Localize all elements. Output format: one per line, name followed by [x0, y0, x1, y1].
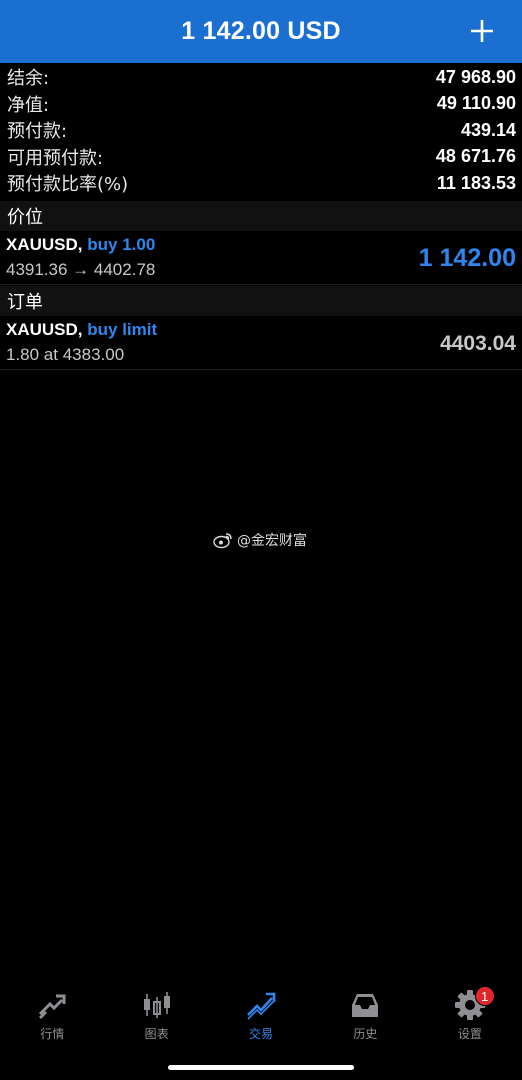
trade-icon — [247, 992, 276, 1020]
header-balance-title: 1 142.00 USD — [181, 17, 341, 45]
summary-row-balance: 结余: 47 968.90 — [0, 64, 522, 91]
position-profit: 1 142.00 — [418, 244, 516, 272]
tab-label: 设置 — [457, 1027, 482, 1041]
summary-row-equity: 净值: 49 110.90 — [0, 91, 522, 118]
positions-section-header: 价位 — [0, 201, 522, 231]
tab-label: 图表 — [144, 1027, 169, 1041]
summary-label: 净值: — [7, 94, 50, 116]
order-type: buy limit — [87, 320, 158, 339]
summary-value: 48 671.76 — [435, 146, 516, 167]
summary-label: 预付款比率(%) — [7, 174, 129, 196]
summary-row-free-margin: 可用预付款: 48 671.76 — [0, 144, 522, 171]
chart-icon — [143, 992, 170, 1018]
summary-label: 结余: — [7, 68, 50, 90]
tab-label: 行情 — [40, 1027, 65, 1041]
position-symbol: XAUUSD, — [6, 235, 83, 254]
plus-icon — [471, 20, 493, 42]
order-row[interactable]: XAUUSD, buy limit 1.80 at 4383.00 4403.0… — [0, 316, 522, 370]
quotes-icon — [39, 994, 66, 1019]
history-icon — [352, 994, 379, 1017]
summary-label: 预付款: — [7, 121, 68, 143]
tab-label: 历史 — [353, 1027, 378, 1041]
notification-badge: 1 — [474, 986, 495, 1006]
summary-label: 可用预付款: — [7, 147, 104, 169]
summary-row-margin: 预付款: 439.14 — [0, 117, 522, 144]
watermark-text: @金宏财富 — [237, 533, 307, 549]
summary-row-margin-level: 预付款比率(%) 11 183.53 — [0, 170, 522, 197]
tab-chart[interactable]: 图表 — [104, 980, 208, 1050]
summary-value: 11 183.53 — [436, 172, 516, 193]
tab-history[interactable]: 历史 — [313, 980, 417, 1050]
account-summary: 结余: 47 968.90 净值: 49 110.90 预付款: 439.14 … — [0, 64, 522, 197]
orders-section-header: 订单 — [0, 286, 522, 316]
tab-quotes[interactable]: 行情 — [0, 980, 104, 1050]
tab-settings[interactable]: 1 设置 — [418, 980, 522, 1050]
add-order-button[interactable] — [464, 13, 500, 49]
position-type: buy 1.00 — [87, 235, 156, 254]
summary-value: 49 110.90 — [436, 93, 516, 114]
tab-trade[interactable]: 交易 — [209, 980, 313, 1050]
order-volume-price: 1.80 at 4383.00 — [6, 345, 125, 364]
tab-label: 交易 — [249, 1027, 274, 1041]
watermark: @金宏财富 — [213, 530, 307, 550]
home-indicator[interactable] — [168, 1065, 354, 1070]
summary-value: 47 968.90 — [435, 66, 516, 87]
position-price-range: 4391.36 → 4402.78 — [6, 260, 156, 279]
weibo-icon — [213, 532, 232, 548]
summary-value: 439.14 — [460, 119, 516, 140]
order-symbol: XAUUSD, — [6, 320, 83, 339]
header-bar: 1 142.00 USD — [0, 0, 522, 63]
bottom-tab-bar: 行情 图表 交易 历史 1 设置 — [0, 980, 522, 1050]
position-row[interactable]: XAUUSD, buy 1.00 4391.36 → 4402.78 1 142… — [0, 231, 522, 285]
order-current-price: 4403.04 — [440, 332, 516, 355]
